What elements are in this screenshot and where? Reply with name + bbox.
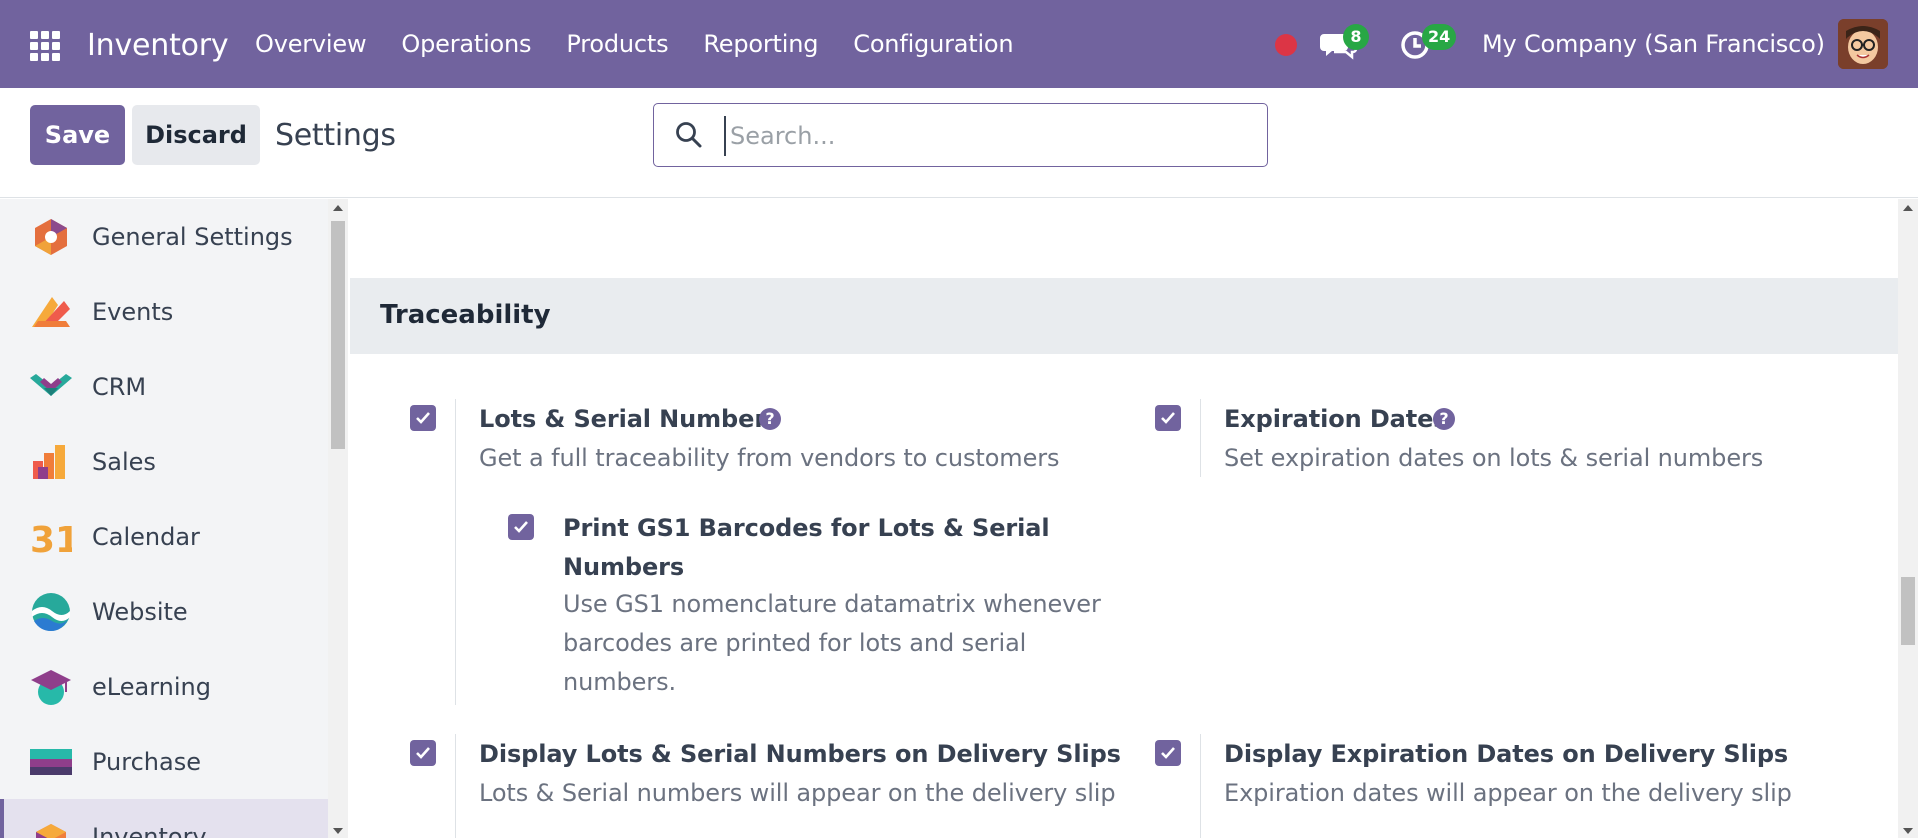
discard-button[interactable]: Discard [132,105,260,165]
crm-icon [30,373,72,396]
display-lots-desc: Lots & Serial numbers will appear on the… [479,779,1116,807]
scroll-up-icon[interactable] [333,205,343,211]
calendar-icon: 31 [30,520,72,558]
sidebar-item-website[interactable]: Website [0,574,328,649]
check-icon [1161,747,1175,759]
inventory-icon [36,823,66,838]
display-expiration-checkbox[interactable] [1155,740,1181,766]
display-expiration-title: Display Expiration Dates on Delivery Sli… [1224,740,1789,768]
main-menu: Overview Operations Products Reporting C… [255,30,1048,58]
search-input[interactable] [724,116,1244,156]
search-icon [676,122,702,148]
sidebar-item-label: Purchase [92,747,201,776]
activity-badge: 24 [1422,24,1457,50]
sidebar-item-events[interactable]: Events [0,274,328,349]
sidebar-item-label: eLearning [92,672,211,701]
sidebar-item-label: CRM [92,372,147,401]
sidebar-item-purchase[interactable]: Purchase [0,724,328,799]
check-icon [416,412,430,424]
events-icon [32,296,70,327]
display-lots-title: Display Lots & Serial Numbers on Deliver… [479,740,1121,768]
main-scrollbar[interactable] [1898,199,1918,838]
general-settings-icon [35,218,67,255]
expiration-dates-title: Expiration Dates [1224,405,1448,433]
sidebar-item-elearning[interactable]: eLearning [0,649,328,724]
sidebar-item-calendar[interactable]: 31 Calendar [0,499,328,574]
sidebar-item-label: Inventory [92,822,207,838]
calendar-icon-text: 31 [30,520,72,558]
sidebar-item-label: General Settings [92,222,293,251]
user-avatar[interactable] [1838,19,1888,69]
website-icon [32,592,70,631]
lots-serial-title: Lots & Serial Numbers [479,405,781,433]
setting-divider [455,734,456,838]
sidebar-scrollbar-thumb[interactable] [331,221,345,449]
scroll-down-icon[interactable] [1903,828,1913,834]
menu-overview[interactable]: Overview [255,30,367,58]
main-scrollbar-thumb[interactable] [1901,577,1915,645]
display-lots-checkbox[interactable] [410,740,436,766]
sidebar-item-general-settings[interactable]: General Settings [0,199,328,274]
company-switcher[interactable]: My Company (San Francisco) [1482,30,1825,58]
sales-icon [33,444,65,479]
lots-serial-checkbox[interactable] [410,405,436,431]
gs1-barcodes-checkbox[interactable] [508,514,534,540]
check-icon [514,521,528,533]
apps-menu-icon[interactable] [30,31,60,61]
section-title: Traceability [380,300,551,330]
setting-divider [1200,399,1201,477]
sidebar-item-crm[interactable]: CRM [0,349,328,424]
menu-operations[interactable]: Operations [401,30,531,58]
section-header-traceability: Traceability [350,278,1898,354]
help-icon[interactable]: ? [759,408,781,430]
gs1-barcodes-desc-line1: Use GS1 nomenclature datamatrix whenever [563,590,1101,618]
setting-divider [455,399,456,705]
sidebar-item-label: Website [92,597,188,626]
sidebar-item-sales[interactable]: Sales [0,424,328,499]
gs1-barcodes-desc-line2: barcodes are printed for lots and serial [563,629,1027,657]
breadcrumb-settings: Settings [275,118,396,153]
sidebar-scrollbar[interactable] [328,199,348,838]
sidebar-item-label: Sales [92,447,156,476]
scroll-up-icon[interactable] [1903,205,1913,211]
menu-products[interactable]: Products [566,30,668,58]
gs1-barcodes-title-line2: Numbers [563,553,685,581]
check-icon [1161,412,1175,424]
help-icon[interactable]: ? [1433,408,1455,430]
expiration-dates-checkbox[interactable] [1155,405,1181,431]
scroll-down-icon[interactable] [333,828,343,834]
setting-divider [1200,734,1201,838]
menu-configuration[interactable]: Configuration [853,30,1013,58]
display-expiration-desc: Expiration dates will appear on the deli… [1224,779,1792,807]
expiration-dates-desc: Set expiration dates on lots & serial nu… [1224,444,1764,472]
app-brand[interactable]: Inventory [87,28,229,63]
gs1-barcodes-title-line1: Print GS1 Barcodes for Lots & Serial [563,514,1050,542]
elearning-icon [31,669,71,705]
chat-badge: 8 [1343,24,1369,50]
purchase-icon [30,748,72,775]
save-button[interactable]: Save [30,105,125,165]
record-indicator-icon[interactable] [1275,34,1297,56]
sidebar-item-label: Events [92,297,174,326]
search-box[interactable] [653,103,1268,167]
sidebar-item-inventory[interactable]: Inventory [0,799,328,838]
lots-serial-desc: Get a full traceability from vendors to … [479,444,1060,472]
menu-reporting[interactable]: Reporting [703,30,818,58]
check-icon [416,747,430,759]
settings-content: Traceability Lots & Serial Numbers ? Get… [350,199,1898,838]
gs1-barcodes-desc-line3: numbers. [563,668,677,696]
control-panel: Save Discard Settings [0,88,1918,198]
sidebar-item-label: Calendar [92,522,200,551]
settings-sidebar: General Settings Events CRM Sales 31 Cal… [0,199,328,838]
top-navbar: Inventory Overview Operations Products R… [0,0,1918,88]
